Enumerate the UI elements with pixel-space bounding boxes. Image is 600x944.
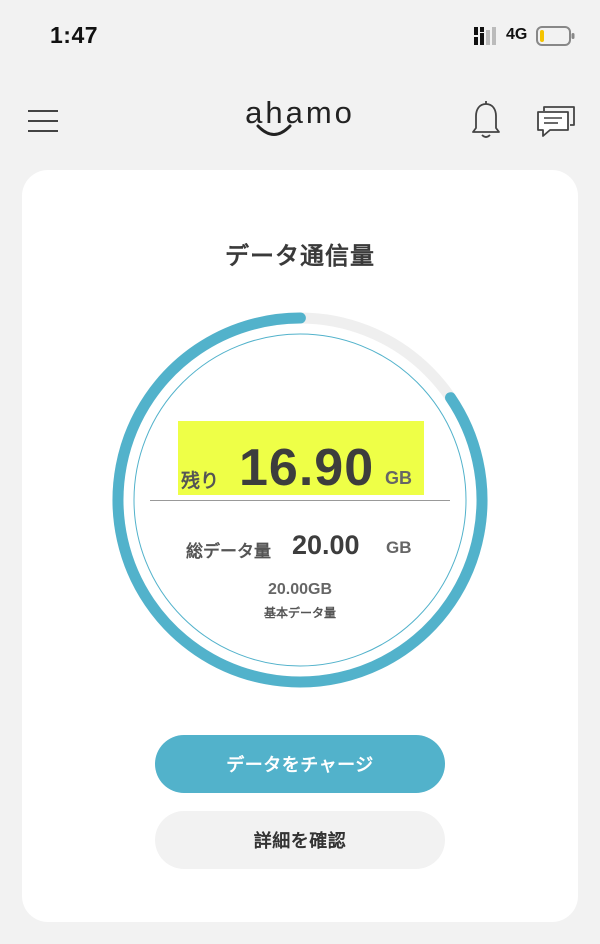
remaining-value: 16.90 <box>239 439 375 497</box>
basic-data-value: 20.00GB <box>267 581 333 598</box>
battery-low-icon <box>536 26 575 46</box>
status-bar: 1:47 4G <box>0 0 600 72</box>
data-usage-card: データ通信量 残り 16.90 GB 総データ量 20.00 GB 20.00G… <box>22 170 578 922</box>
ahamo-logo: ahamo <box>238 95 362 145</box>
total-unit: GB <box>386 538 412 557</box>
status-time: 1:47 <box>50 22 99 48</box>
view-details-button[interactable]: 詳細を確認 <box>155 811 445 869</box>
signal-bars-icon <box>474 27 496 45</box>
basic-data-label: 基本データ量 <box>263 606 336 620</box>
network-type: 4G <box>506 26 528 43</box>
total-value: 20.00 <box>292 530 360 560</box>
chat-icon[interactable] <box>536 104 576 138</box>
logo-smile-icon <box>256 124 292 136</box>
total-label: 総データ量 <box>186 542 271 562</box>
divider <box>150 500 450 501</box>
remaining-label: 残り <box>181 470 220 492</box>
app-screen: 1:47 4G ahamo データ通信量 残り 16.90 GB 総データ量 2… <box>0 0 600 944</box>
app-header: ahamo <box>0 82 600 162</box>
menu-icon[interactable] <box>28 108 58 134</box>
charge-data-button[interactable]: データをチャージ <box>155 735 445 793</box>
remaining-unit: GB <box>385 468 412 488</box>
bell-icon[interactable] <box>470 100 502 140</box>
